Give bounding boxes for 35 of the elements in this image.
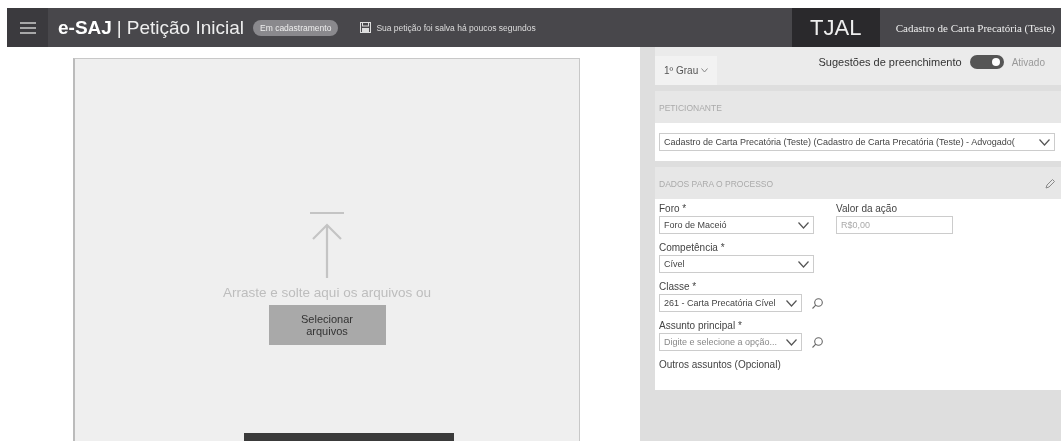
chevron-down-icon	[798, 221, 809, 229]
search-icon[interactable]	[812, 336, 823, 348]
field-label: Assunto principal *	[659, 320, 743, 331]
chevron-down-icon	[786, 338, 797, 346]
toggle-state: Ativado	[1011, 56, 1045, 68]
select-files-button[interactable]: Selecionar arquivos	[268, 305, 386, 345]
field-label: Classe *	[659, 281, 698, 292]
suggestions-label: Sugestões de preenchimento	[818, 56, 962, 68]
dropdown-field[interactable]: Digite e selecione a opção...	[659, 333, 802, 351]
chevron-down-icon	[1039, 138, 1050, 146]
chevron-down-icon	[786, 299, 797, 307]
save-status: Sua petição foi salva há poucos segundos	[376, 22, 536, 33]
field-label: Competência *	[659, 242, 726, 253]
menu-icon[interactable]	[19, 21, 36, 34]
degree-dropdown[interactable]: 1º Grau	[655, 56, 718, 85]
title-separator: |	[116, 16, 122, 39]
field-label: Foro *	[659, 203, 688, 214]
field-label: Outros assuntos (Opcional)	[659, 359, 781, 370]
dropdown-field[interactable]: Cível	[659, 255, 814, 273]
chevron-down-icon	[701, 68, 709, 73]
app-brand: e-SAJ	[58, 16, 112, 39]
field-label: Valor da ação	[836, 203, 898, 214]
status-badge: Em cadastramento	[253, 19, 339, 36]
search-icon[interactable]	[812, 297, 823, 309]
toggle-switch[interactable]	[969, 55, 1004, 69]
dropdown-field[interactable]: Foro de Maceió	[659, 216, 814, 234]
dropdown-field[interactable]: 261 - Carta Precatória Cível	[659, 294, 802, 312]
chevron-down-icon	[798, 260, 809, 268]
pencil-icon[interactable]	[1045, 179, 1055, 189]
value-input[interactable]: R$0,00	[836, 216, 953, 234]
petitioner-select[interactable]: Cadastro de Carta Precatória (Teste) (Cadastro de Carta Precatória (Teste) - Advogado(	[659, 133, 1055, 151]
court-name: TJAL	[791, 8, 880, 47]
user-name[interactable]: Cadastro de Carta Precatória (Teste)	[879, 8, 1061, 47]
section-title: PETICIONANTE	[659, 103, 722, 113]
page-title: Petição Inicial	[126, 16, 245, 39]
